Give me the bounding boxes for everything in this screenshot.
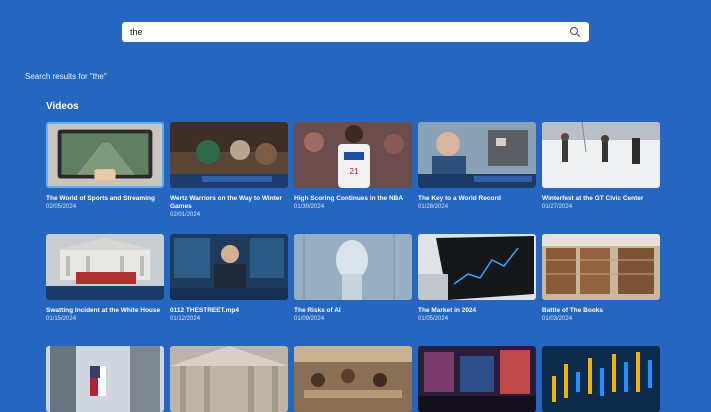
video-date: 02/05/2024 [46, 204, 77, 210]
svg-text:21: 21 [350, 167, 359, 176]
video-date: 01/09/2024 [294, 316, 325, 322]
video-card[interactable]: Wertz Warriors on the Way to Winter Game… [170, 122, 288, 234]
video-date: 01/12/2024 [170, 316, 201, 322]
video-card[interactable] [542, 346, 660, 412]
video-title: The World of Sports and Streaming [46, 195, 155, 202]
video-title: High Scoring Continues in the NBA [294, 195, 404, 202]
video-card[interactable]: Swatting Incident at the White House 01/… [46, 234, 164, 346]
video-thumbnail [294, 234, 412, 300]
video-date: 01/27/2024 [542, 204, 573, 210]
video-title: Swatting Incident at the White House [46, 307, 161, 314]
videos-section-title: Videos [46, 101, 79, 112]
video-date: 01/28/2024 [418, 204, 449, 210]
search-results-label: Search results for "the" [25, 72, 107, 81]
video-thumbnail [418, 346, 536, 412]
video-thumbnail [418, 234, 536, 300]
video-date: 01/30/2024 [294, 204, 325, 210]
video-thumbnail [170, 346, 288, 412]
search-query: the [130, 27, 143, 37]
video-card[interactable]: Winterfest at the GT Civic Center 01/27/… [542, 122, 660, 234]
video-thumbnail [542, 346, 660, 412]
video-thumbnail [542, 122, 660, 188]
video-thumbnail [418, 122, 536, 188]
video-card[interactable] [418, 346, 536, 412]
video-title: Winterfest at the GT Civic Center [542, 195, 644, 202]
video-card[interactable]: Battle of The Books 01/03/2024 [542, 234, 660, 346]
video-card[interactable]: 0112 THESTREET.mp4 01/12/2024 [170, 234, 288, 346]
video-title: The Risks of AI [294, 307, 341, 314]
video-thumbnail [46, 234, 164, 300]
video-thumbnail [46, 122, 164, 188]
video-title: 0112 THESTREET.mp4 [170, 307, 239, 314]
video-card[interactable]: The Market in 2024 01/05/2024 [418, 234, 536, 346]
video-card[interactable] [170, 346, 288, 412]
video-card[interactable]: The Risks of AI 01/09/2024 [294, 234, 412, 346]
video-title: Battle of The Books [542, 307, 604, 314]
video-thumbnail: 21 [294, 122, 412, 188]
video-date: 02/01/2024 [170, 212, 201, 218]
video-thumbnail [46, 346, 164, 412]
search-input[interactable]: the [122, 22, 589, 42]
video-card[interactable]: The World of Sports and Streaming 02/05/… [46, 122, 164, 234]
video-title: The Key to a World Record [418, 195, 501, 202]
video-date: 01/15/2024 [46, 316, 77, 322]
video-card[interactable]: 21 High Scoring Continues in the NBA 01/… [294, 122, 412, 234]
video-thumbnail [542, 234, 660, 300]
video-card[interactable]: The Key to a World Record 01/28/2024 [418, 122, 536, 234]
video-thumbnail [294, 346, 412, 412]
video-thumbnail [170, 234, 288, 300]
video-title: The Market in 2024 [418, 307, 477, 314]
video-card[interactable] [294, 346, 412, 412]
video-thumbnail [170, 122, 288, 188]
video-card[interactable] [46, 346, 164, 412]
video-title: Wertz Warriors on the Way to Winter Game… [170, 195, 283, 210]
video-date: 01/05/2024 [418, 316, 449, 322]
video-date: 01/03/2024 [542, 316, 573, 322]
search-icon[interactable] [569, 26, 581, 38]
video-grid: The World of Sports and Streaming 02/05/… [46, 122, 660, 412]
